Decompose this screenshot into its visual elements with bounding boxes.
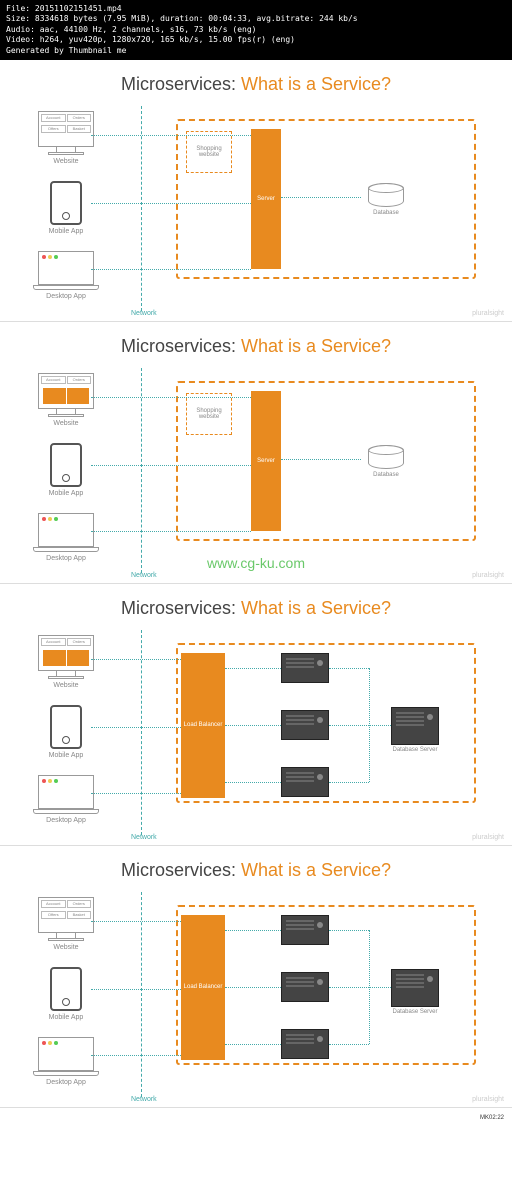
network-divider bbox=[141, 368, 142, 573]
slide-4: Microservices: What is a Service? Accoun… bbox=[0, 846, 512, 1108]
laptop-icon bbox=[38, 251, 94, 285]
network-label: Network bbox=[131, 310, 157, 317]
mobile-icon bbox=[50, 967, 82, 1011]
pluralsight-mark: pluralsight bbox=[472, 572, 504, 579]
network-label: Network bbox=[131, 572, 157, 579]
server-1: Server 1 bbox=[281, 653, 304, 661]
slide-title: Microservices: What is a Service? bbox=[10, 74, 502, 95]
meta-audio: Audio: aac, 44100 Hz, 2 channels, s16, 7… bbox=[6, 25, 506, 35]
pluralsight-mark: pluralsight bbox=[472, 1096, 504, 1103]
mobile-icon bbox=[50, 705, 82, 749]
laptop-icon bbox=[38, 775, 94, 809]
laptop-icon bbox=[38, 1037, 94, 1071]
metadata-header: File: 20151102151451.mp4 Size: 8334618 b… bbox=[0, 0, 512, 60]
client-mobile: Mobile App bbox=[31, 181, 101, 235]
server-3: Server 3 bbox=[281, 767, 304, 775]
shopping-box: Shopping website bbox=[186, 131, 232, 173]
client-desktop: Desktop App bbox=[31, 251, 101, 300]
server-bar: Server bbox=[251, 129, 281, 269]
meta-gen: Generated by Thumbnail me bbox=[6, 46, 506, 56]
load-balancer: Load Balancer bbox=[181, 653, 225, 798]
database-server: Database Server bbox=[391, 707, 439, 753]
database-icon: Database bbox=[361, 445, 411, 477]
diagram-4: AccountOrders OffersBasket Website Mobil… bbox=[11, 897, 501, 1087]
network-label: Network bbox=[131, 834, 157, 841]
pluralsight-mark: pluralsight bbox=[472, 834, 504, 841]
shopping-box: Shopping website bbox=[186, 393, 232, 435]
client-desktop: Desktop App bbox=[31, 1037, 101, 1086]
client-desktop: Desktop App bbox=[31, 775, 101, 824]
slide-title: Microservices: What is a Service? bbox=[10, 860, 502, 881]
meta-video: Video: h264, yuv420p, 1280x720, 165 kb/s… bbox=[6, 35, 506, 45]
client-mobile: Mobile App bbox=[31, 705, 101, 759]
diagram-2: AccountOrders Website Mobile App Desktop… bbox=[11, 373, 501, 563]
network-label: Network bbox=[131, 1096, 157, 1103]
slide-title: Microservices: What is a Service? bbox=[10, 598, 502, 619]
slide-title: Microservices: What is a Service? bbox=[10, 336, 502, 357]
database-server: Database Server bbox=[391, 969, 439, 1015]
watermark-text: www.cg-ku.com bbox=[207, 555, 305, 571]
diagram-1: AccountOrders OffersBasket Website Mobil… bbox=[11, 111, 501, 301]
server-2: Server 2 bbox=[281, 972, 304, 980]
slide-3: Microservices: What is a Service? Accoun… bbox=[0, 584, 512, 846]
load-balancer: Load Balancer bbox=[181, 915, 225, 1060]
mobile-icon bbox=[50, 181, 82, 225]
client-website: AccountOrders OffersBasket Website bbox=[31, 111, 101, 165]
client-mobile: Mobile App bbox=[31, 443, 101, 497]
network-divider bbox=[141, 106, 142, 311]
slide-2: Microservices: What is a Service? Accoun… bbox=[0, 322, 512, 584]
browser-icon: AccountOrders bbox=[38, 373, 94, 409]
client-desktop: Desktop App bbox=[31, 513, 101, 562]
server-bar: Server bbox=[251, 391, 281, 531]
browser-icon: AccountOrders OffersBasket bbox=[38, 111, 94, 147]
slide-1: Microservices: What is a Service? Accoun… bbox=[0, 60, 512, 322]
client-website: AccountOrders Website bbox=[31, 635, 101, 689]
client-mobile: Mobile App bbox=[31, 967, 101, 1021]
database-icon: Database bbox=[361, 183, 411, 215]
browser-icon: AccountOrders OffersBasket bbox=[38, 897, 94, 933]
browser-icon: AccountOrders bbox=[38, 635, 94, 671]
server-2: Server 2 bbox=[281, 710, 304, 718]
meta-file: File: 20151102151451.mp4 bbox=[6, 4, 506, 14]
server-3: Server 3 bbox=[281, 1029, 304, 1037]
client-website: AccountOrders Website bbox=[31, 373, 101, 427]
meta-size: Size: 8334618 bytes (7.95 MiB), duration… bbox=[6, 14, 506, 24]
pluralsight-mark: pluralsight bbox=[472, 310, 504, 317]
network-divider bbox=[141, 892, 142, 1097]
diagram-3: AccountOrders Website Mobile App Desktop… bbox=[11, 635, 501, 825]
network-divider bbox=[141, 630, 142, 835]
server-1: Server 1 bbox=[281, 915, 304, 923]
client-website: AccountOrders OffersBasket Website bbox=[31, 897, 101, 951]
laptop-icon bbox=[38, 513, 94, 547]
mobile-icon bbox=[50, 443, 82, 487]
timestamp: MK02:22 bbox=[480, 1115, 504, 1121]
